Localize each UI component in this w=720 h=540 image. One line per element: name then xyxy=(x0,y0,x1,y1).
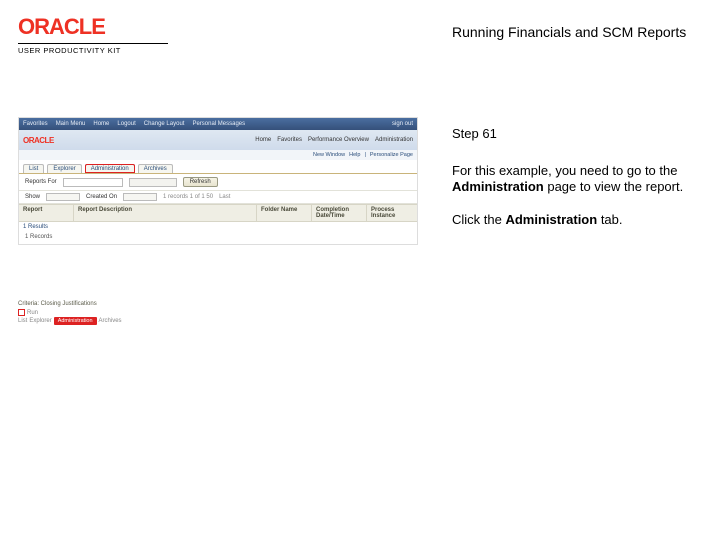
reports-for-input[interactable] xyxy=(63,178,123,187)
step-label: Step 61 xyxy=(452,126,702,141)
highlight-box-icon xyxy=(18,309,25,316)
table-row: 1 Results xyxy=(19,222,417,232)
topbar-item[interactable]: Change Layout xyxy=(144,121,185,127)
row-report-link[interactable]: 1 Results xyxy=(19,222,74,232)
inset-tab[interactable]: Archives xyxy=(99,318,122,324)
pager-last[interactable]: Last xyxy=(219,194,230,200)
instr-text: tab. xyxy=(597,212,622,227)
search-row: Reports For Refresh xyxy=(19,174,417,191)
show-label: Show xyxy=(25,194,40,200)
instr-bold: Administration xyxy=(452,179,544,194)
brand-divider xyxy=(18,43,168,44)
tabs-row: List Explorer Administration Archives xyxy=(19,160,417,174)
oracle-mini-logo: ORACLE xyxy=(23,136,54,145)
show-select[interactable] xyxy=(46,193,80,201)
topbar-item[interactable]: Personal Messages xyxy=(192,121,245,127)
header-link[interactable]: Administration xyxy=(375,137,413,143)
inset-tab-administration[interactable]: Administration xyxy=(54,317,97,325)
inset-title: Criteria: Closing Justifications xyxy=(18,301,163,307)
created-select[interactable] xyxy=(123,193,157,201)
instruction-paragraph: For this example, you need to go to the … xyxy=(452,163,702,196)
reports-for-select[interactable] xyxy=(129,178,177,187)
oracle-logo: ORACLE xyxy=(18,14,105,40)
instr-bold: Administration xyxy=(505,212,597,227)
created-label: Created On xyxy=(86,194,117,200)
col-header: Process Instance xyxy=(367,205,417,221)
reports-for-label: Reports For xyxy=(25,179,57,185)
topbar-item[interactable]: Main Menu xyxy=(56,121,86,127)
brand-block: ORACLE USER PRODUCTIVITY KIT xyxy=(18,14,168,55)
tab-administration[interactable]: Administration xyxy=(85,164,135,173)
inset-screenshot: Criteria: Closing Justifications Run Lis… xyxy=(18,301,163,325)
inset-tab[interactable]: Explorer xyxy=(29,318,51,324)
filter-row: Show Created On 1 records 1 of 1 50 Last xyxy=(19,191,417,204)
doc-title: Running Financials and SCM Reports xyxy=(452,24,702,40)
inset-row: Run xyxy=(18,309,163,316)
instruction-paragraph: Click the Administration tab. xyxy=(452,212,702,228)
header-link[interactable]: Favorites xyxy=(277,137,302,143)
brand-subtitle: USER PRODUCTIVITY KIT xyxy=(18,46,121,55)
tab-archives[interactable]: Archives xyxy=(138,164,173,173)
grid-header: Report Report Description Folder Name Co… xyxy=(19,204,417,222)
subbar-sep: | xyxy=(364,152,365,158)
app-topbar: Favorites Main Menu Home Logout Change L… xyxy=(19,118,417,130)
inset-run-label: Run xyxy=(27,310,38,316)
pager-text: 1 records 1 of 1 50 xyxy=(163,194,213,200)
inset-tab[interactable]: List xyxy=(18,318,27,324)
app-header: ORACLE Home Favorites Performance Overvi… xyxy=(19,130,417,150)
inset-tabs: List Explorer Administration Archives xyxy=(18,317,163,325)
header-link[interactable]: Performance Overview xyxy=(308,137,369,143)
topbar-item[interactable]: Logout xyxy=(117,121,135,127)
app-subbar: New Window Help | Personalize Page xyxy=(19,150,417,160)
col-header: Folder Name xyxy=(257,205,312,221)
app-screenshot: Favorites Main Menu Home Logout Change L… xyxy=(18,117,418,245)
refresh-button[interactable]: Refresh xyxy=(183,177,218,187)
col-header: Report xyxy=(19,205,74,221)
header-link[interactable]: Home xyxy=(255,137,271,143)
instr-text: For this example, you need to go to the xyxy=(452,163,677,178)
subbar-link[interactable]: New Window xyxy=(313,152,345,158)
signout-link[interactable]: sign out xyxy=(392,121,413,127)
tab-explorer[interactable]: Explorer xyxy=(47,164,81,173)
tab-list[interactable]: List xyxy=(23,164,44,173)
col-header: Report Description xyxy=(74,205,257,221)
col-header: Completion Date/Time xyxy=(312,205,367,221)
topbar-item[interactable]: Home xyxy=(93,121,109,127)
instr-text: Click the xyxy=(452,212,505,227)
topbar-item[interactable]: Favorites xyxy=(23,121,48,127)
instr-text: page to view the report. xyxy=(544,179,683,194)
subbar-link[interactable]: Help xyxy=(349,152,360,158)
subbar-link[interactable]: Personalize Page xyxy=(370,152,413,158)
grid-footer: 1 Records xyxy=(19,232,417,244)
